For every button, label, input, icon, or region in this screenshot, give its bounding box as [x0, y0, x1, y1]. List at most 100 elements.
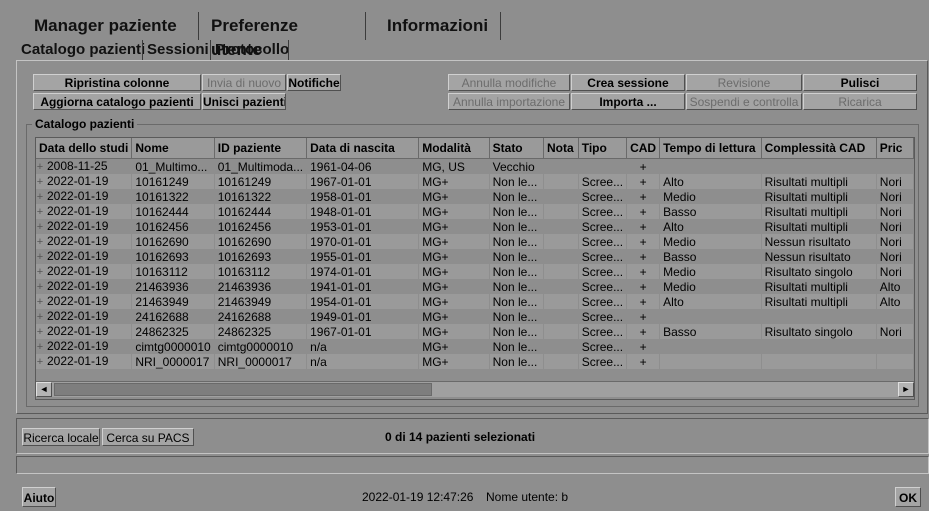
table-cell: Scree... [578, 279, 628, 294]
column-header[interactable]: Data di nascita [306, 138, 420, 159]
table-cell: 21463949 [131, 294, 215, 309]
table-cell: + [626, 204, 661, 219]
table-cell: 1954-01-01 [306, 294, 420, 309]
revisione-button[interactable]: Revisione [686, 74, 802, 91]
scrollbar-thumb[interactable] [54, 383, 432, 396]
table-row[interactable]: +2008-11-25 01_Multimo... 01_Multimoda... 1… [36, 158, 914, 174]
expand-icon[interactable]: + [36, 355, 44, 369]
table-row[interactable]: +2022-01-19 10161322 10161322 1958-01-01 MG+… [36, 189, 914, 204]
column-header[interactable]: Tipo [578, 138, 628, 159]
table-cell: + [626, 354, 661, 369]
table-cell: MG+ [418, 264, 490, 279]
table-cell: Non le... [489, 249, 545, 264]
tab-manager-paziente[interactable]: Manager paziente [22, 14, 198, 38]
cell-text: 2022-01-19 [47, 174, 109, 188]
table-row[interactable]: +2022-01-19 10162693 10162693 1955-01-01 MG+… [36, 249, 914, 264]
table-cell: 21463936 [214, 279, 308, 294]
table-cell: Risultato singolo [761, 264, 877, 279]
expand-icon[interactable]: + [36, 160, 44, 174]
subtab-sessioni[interactable]: Sessioni [147, 40, 209, 60]
table-cell: MG, US [418, 158, 490, 174]
table-cell [543, 204, 579, 219]
invia-di-nuovo-button[interactable]: Invia di nuovo [202, 74, 286, 91]
table-cell: Alto [876, 294, 914, 309]
table-cell: Nori [876, 204, 914, 219]
subtab-catalogo-pazienti[interactable]: Catalogo pazienti [21, 40, 145, 60]
expand-icon[interactable]: + [36, 340, 44, 354]
expand-icon[interactable]: + [36, 220, 44, 234]
tab-divider [500, 12, 501, 40]
table-cell [543, 324, 579, 339]
table-cell: Nori [876, 219, 914, 234]
column-header[interactable]: CAD [626, 138, 661, 159]
aiuto-button[interactable]: Aiuto [22, 487, 56, 507]
tab-preferenze-utente[interactable]: Preferenze utente [199, 14, 365, 59]
expand-icon[interactable]: + [36, 280, 44, 294]
column-header[interactable]: Stato [489, 138, 545, 159]
column-header[interactable]: Nome [131, 138, 215, 159]
expand-icon[interactable]: + [36, 265, 44, 279]
expand-icon[interactable]: + [36, 190, 44, 204]
importa-button[interactable]: Importa ... [571, 93, 685, 110]
ripristina-colonne-button[interactable]: Ripristina colonne [33, 74, 201, 91]
column-header[interactable]: Complessità CAD [761, 138, 877, 159]
expand-icon[interactable]: + [36, 295, 44, 309]
column-header[interactable]: Nota [543, 138, 579, 159]
table-cell: Risultati multipli [761, 189, 877, 204]
scroll-right-icon[interactable]: ► [898, 382, 914, 397]
crea-sessione-button[interactable]: Crea sessione [571, 74, 685, 91]
tab-informazioni[interactable]: Informazioni [375, 14, 500, 38]
table-cell: 10162444 [214, 204, 308, 219]
table-cell: Nori [876, 234, 914, 249]
table-row[interactable]: +2022-01-19 24862325 24862325 1967-01-01 MG+… [36, 324, 914, 339]
column-header[interactable]: Tempo di lettura [659, 138, 762, 159]
table-row[interactable]: +2022-01-19 10162690 10162690 1970-01-01 MG+… [36, 234, 914, 249]
column-header[interactable]: Data dello studi [36, 138, 133, 159]
expand-icon[interactable]: + [36, 205, 44, 219]
table-row[interactable]: +2022-01-19 21463949 21463949 1954-01-01 MG+… [36, 294, 914, 309]
table-row[interactable]: +2022-01-19 24162688 24162688 1949-01-01 MG+… [36, 309, 914, 324]
column-header[interactable]: ID paziente [214, 138, 308, 159]
table-cell: MG+ [418, 189, 490, 204]
tab-divider [365, 12, 366, 40]
table-row[interactable]: +2022-01-19 10162456 10162456 1953-01-01 MG+… [36, 219, 914, 234]
ricerca-locale-button[interactable]: Ricerca locale [22, 428, 100, 446]
table-row[interactable]: +2022-01-19 21463936 21463936 1941-01-01 MG+… [36, 279, 914, 294]
table-cell: MG+ [418, 204, 490, 219]
annulla-importazione-button[interactable]: Annulla importazione [448, 93, 570, 110]
table-row[interactable]: +2022-01-19 10162444 10162444 1948-01-01 MG+… [36, 204, 914, 219]
ricarica-button[interactable]: Ricarica [803, 93, 917, 110]
expand-icon[interactable]: + [36, 310, 44, 324]
column-header[interactable]: Modalità [418, 138, 490, 159]
expand-icon[interactable]: + [36, 175, 44, 189]
expand-icon[interactable]: + [36, 235, 44, 249]
table-cell [876, 354, 914, 369]
column-header[interactable]: Pric [876, 138, 914, 159]
table-cell: 1958-01-01 [306, 189, 420, 204]
annulla-modifiche-button[interactable]: Annulla modifiche [448, 74, 570, 91]
cerca-su-pacs-button[interactable]: Cerca su PACS [102, 428, 194, 446]
table-cell [543, 339, 579, 354]
cell-study-date: +2022-01-19 [36, 204, 133, 219]
notifiche-button[interactable]: Notifiche [287, 74, 341, 91]
table-cell: Medio [659, 234, 762, 249]
table-row[interactable]: +2022-01-19 NRI_0000017 NRI_0000017 n/a MG+ N… [36, 354, 914, 369]
table-cell: + [626, 264, 661, 279]
table-cell [761, 339, 877, 354]
table-cell: Vecchio [489, 158, 545, 174]
table-row[interactable]: +2022-01-19 10161249 10161249 1967-01-01 MG+… [36, 174, 914, 189]
subtab-protocollo[interactable]: Protocollo [215, 40, 289, 60]
pulisci-button[interactable]: Pulisci [803, 74, 917, 91]
expand-icon[interactable]: + [36, 250, 44, 264]
table-row[interactable]: +2022-01-19 cimtg0000010 cimtg0000010 n/a MG… [36, 339, 914, 354]
scroll-left-icon[interactable]: ◄ [36, 382, 52, 397]
expand-icon[interactable]: + [36, 325, 44, 339]
aggiorna-catalogo-button[interactable]: Aggiorna catalogo pazienti [33, 93, 201, 110]
sospendi-e-controlla-button[interactable]: Sospendi e controlla [686, 93, 802, 110]
ok-button[interactable]: OK [895, 487, 921, 507]
unisci-pazienti-button[interactable]: Unisci pazienti [202, 93, 286, 110]
table-cell: MG+ [418, 249, 490, 264]
horizontal-scrollbar[interactable]: ◄ ► [36, 381, 914, 397]
table-row[interactable]: +2022-01-19 10163112 10163112 1974-01-01 MG+… [36, 264, 914, 279]
table-cell: 01_Multimoda... [214, 158, 308, 174]
